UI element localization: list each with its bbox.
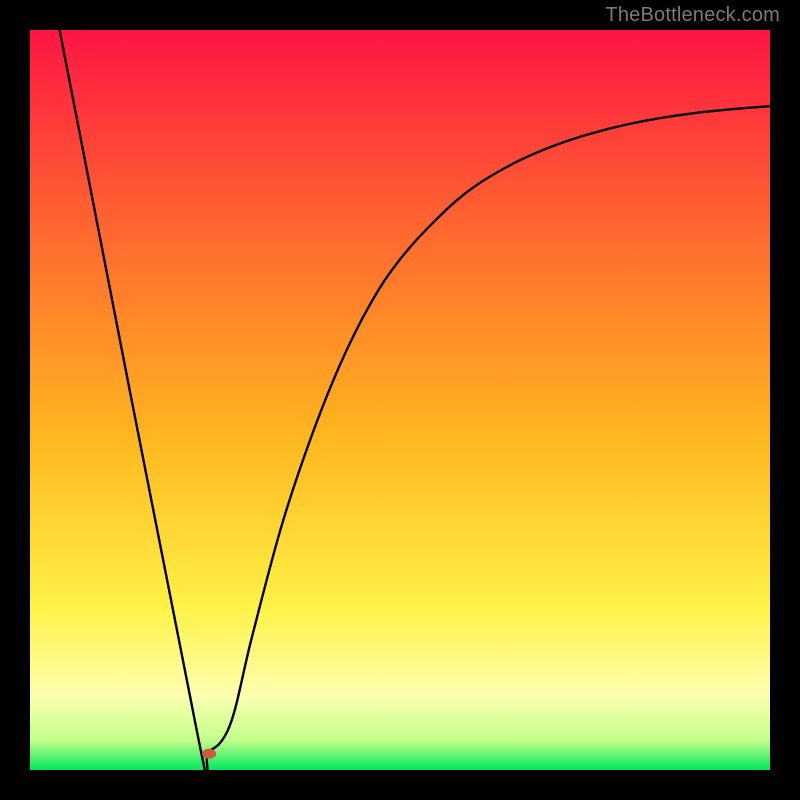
optimal-point-marker	[202, 749, 216, 759]
watermark-text: TheBottleneck.com	[605, 4, 780, 27]
plot-area	[30, 30, 770, 770]
chart-canvas	[0, 0, 800, 800]
chart-frame: TheBottleneck.com	[0, 0, 800, 800]
